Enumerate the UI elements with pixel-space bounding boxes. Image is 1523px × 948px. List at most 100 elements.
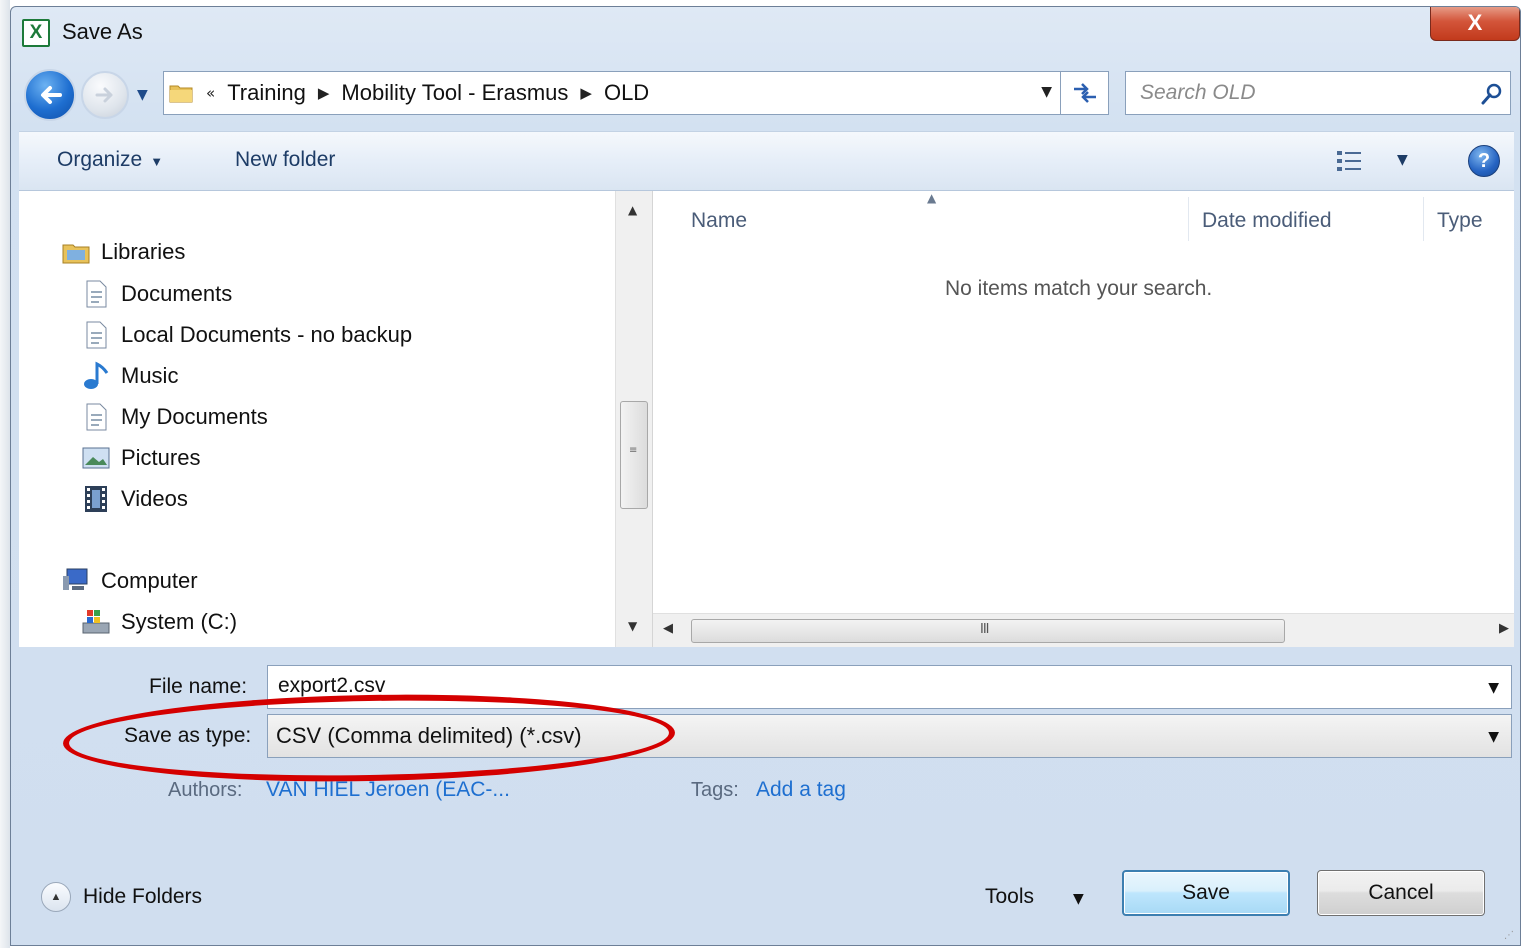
authors-value[interactable]: VAN HIEL Jeroen (EAC-... (266, 778, 510, 802)
chevron-down-icon[interactable]: ▼ (1073, 891, 1084, 907)
scroll-right-icon[interactable]: ▶ (1499, 621, 1509, 636)
history-dropdown-icon[interactable]: ▼ (137, 87, 153, 103)
sidebar-item-label: Documents (121, 281, 233, 306)
close-button[interactable]: X (1430, 7, 1520, 41)
navigation-pane: Libraries Documents Local Documents - no… (19, 191, 615, 647)
music-icon (84, 361, 109, 389)
save-as-type-label: Save as type: (124, 724, 252, 747)
column-header-name[interactable]: Name (691, 209, 747, 233)
back-arrow-icon (41, 86, 62, 104)
view-options-dropdown-icon[interactable]: ▼ (1397, 152, 1408, 168)
hide-folders-label: Hide Folders (83, 885, 203, 908)
forward-button[interactable] (81, 71, 129, 119)
document-icon (86, 403, 107, 431)
sidebar-item-label: System (C:) (121, 609, 238, 634)
organize-button[interactable]: Organize ▼ (57, 148, 163, 172)
grip-icon: ≡ (629, 445, 638, 456)
add-tag-link[interactable]: Add a tag (756, 778, 846, 802)
sidebar-item-label: Videos (121, 486, 188, 511)
empty-state-message: No items match your search. (945, 277, 1213, 300)
command-toolbar: Organize ▼ New folder ▼ ? (19, 131, 1514, 191)
column-divider[interactable] (1423, 197, 1424, 241)
breadcrumb-training[interactable]: Training (227, 80, 306, 106)
folder-icon (169, 85, 193, 103)
window-title: Save As (62, 19, 143, 44)
navigation-scrollbar[interactable]: ▲ ≡ ▼ (615, 191, 653, 647)
column-divider[interactable] (1188, 197, 1189, 241)
chevron-down-icon[interactable]: ▼ (1488, 680, 1499, 696)
file-name-field[interactable]: export2.csv ▼ (267, 665, 1512, 709)
save-button[interactable]: Save (1122, 870, 1290, 916)
forward-arrow-icon (95, 87, 113, 103)
resize-grip-icon[interactable]: ⋰ (1504, 930, 1514, 941)
chevron-down-icon[interactable]: ▼ (1488, 729, 1499, 745)
file-name-value[interactable]: export2.csv (278, 674, 385, 698)
chevron-down-icon: ▼ (150, 154, 164, 169)
breadcrumb-separator-icon[interactable]: ▶ (318, 84, 330, 102)
breadcrumb-overflow[interactable]: « (206, 84, 215, 102)
drive-icon (82, 610, 110, 634)
search-icon[interactable] (1480, 82, 1504, 106)
sidebar-item-label: Music (121, 363, 179, 388)
cancel-button[interactable]: Cancel (1317, 870, 1485, 916)
save-as-type-value: CSV (Comma delimited) (*.csv) (276, 723, 582, 748)
sidebar-item-videos[interactable]: Videos (81, 484, 188, 514)
column-header-date-modified[interactable]: Date modified (1202, 209, 1332, 233)
libraries-icon (62, 244, 90, 264)
search-input[interactable]: Search OLD (1140, 81, 1256, 105)
sidebar-item-music[interactable]: Music (81, 361, 178, 391)
horizontal-scrollbar[interactable]: ◀ III ▶ (653, 613, 1514, 647)
breadcrumb-separator-icon[interactable]: ▶ (580, 84, 592, 102)
sidebar-item-documents[interactable]: Documents (81, 279, 232, 309)
chevron-up-icon: ▲ (41, 882, 71, 912)
sidebar-item-label: Libraries (101, 239, 186, 264)
change-view-icon[interactable] (1335, 148, 1365, 174)
address-dropdown-icon[interactable]: ▼ (1041, 84, 1052, 100)
save-as-type-select[interactable]: CSV (Comma delimited) (*.csv) ▼ (267, 714, 1512, 758)
address-bar[interactable]: « Training ▶ Mobility Tool - Erasmus ▶ O… (163, 71, 1109, 115)
back-button[interactable] (24, 69, 76, 121)
help-icon[interactable]: ? (1468, 145, 1500, 177)
file-list: ▲ Name Date modified Type No items match… (653, 191, 1514, 647)
grip-icon: III (980, 622, 989, 637)
sidebar-item-pictures[interactable]: Pictures (81, 443, 200, 473)
scroll-left-icon[interactable]: ◀ (663, 621, 673, 636)
sidebar-item-label: Pictures (121, 445, 201, 470)
sidebar-item-system-drive[interactable]: System (C:) (81, 607, 237, 637)
document-icon (86, 321, 107, 349)
scroll-down-icon[interactable]: ▼ (628, 619, 637, 633)
sidebar-item-local-documents[interactable]: Local Documents - no backup (81, 320, 412, 350)
sidebar-item-label: My Documents (121, 404, 268, 429)
document-icon (86, 280, 107, 308)
main-area: Libraries Documents Local Documents - no… (19, 191, 1514, 647)
file-name-label: File name: (149, 675, 248, 698)
column-header-type[interactable]: Type (1437, 209, 1483, 233)
title-bar: X Save As X (11, 7, 1520, 63)
search-box[interactable]: Search OLD (1125, 71, 1511, 115)
pictures-icon (82, 447, 110, 469)
tags-label: Tags: (691, 779, 739, 801)
authors-label: Authors: (168, 779, 243, 801)
organize-label: Organize (57, 148, 143, 171)
computer-icon (63, 568, 88, 590)
breadcrumb-mobility-tool[interactable]: Mobility Tool - Erasmus (341, 80, 568, 106)
sidebar-item-label: Local Documents - no backup (121, 322, 413, 347)
refresh-button[interactable] (1060, 72, 1108, 114)
close-icon: X (1467, 10, 1483, 35)
tools-button[interactable]: Tools (985, 885, 1034, 909)
scroll-up-icon[interactable]: ▲ (628, 203, 637, 217)
scrollbar-thumb[interactable]: III (691, 619, 1285, 643)
sidebar-item-label: Computer (101, 568, 198, 593)
videos-icon (85, 486, 107, 512)
hide-folders-button[interactable]: ▲ Hide Folders (41, 882, 202, 912)
scrollbar-thumb[interactable]: ≡ (620, 401, 648, 509)
sidebar-item-my-documents[interactable]: My Documents (81, 402, 268, 432)
save-as-dialog: X Save As X ▼ « Training ▶ Mobility Tool… (10, 6, 1521, 946)
new-folder-button[interactable]: New folder (235, 148, 335, 172)
excel-icon: X (22, 19, 50, 47)
sidebar-item-libraries[interactable]: Libraries (61, 237, 185, 267)
background-edge (0, 0, 10, 948)
sidebar-item-computer[interactable]: Computer (61, 566, 198, 596)
sort-ascending-icon: ▲ (927, 191, 937, 205)
breadcrumb-old[interactable]: OLD (604, 80, 649, 106)
